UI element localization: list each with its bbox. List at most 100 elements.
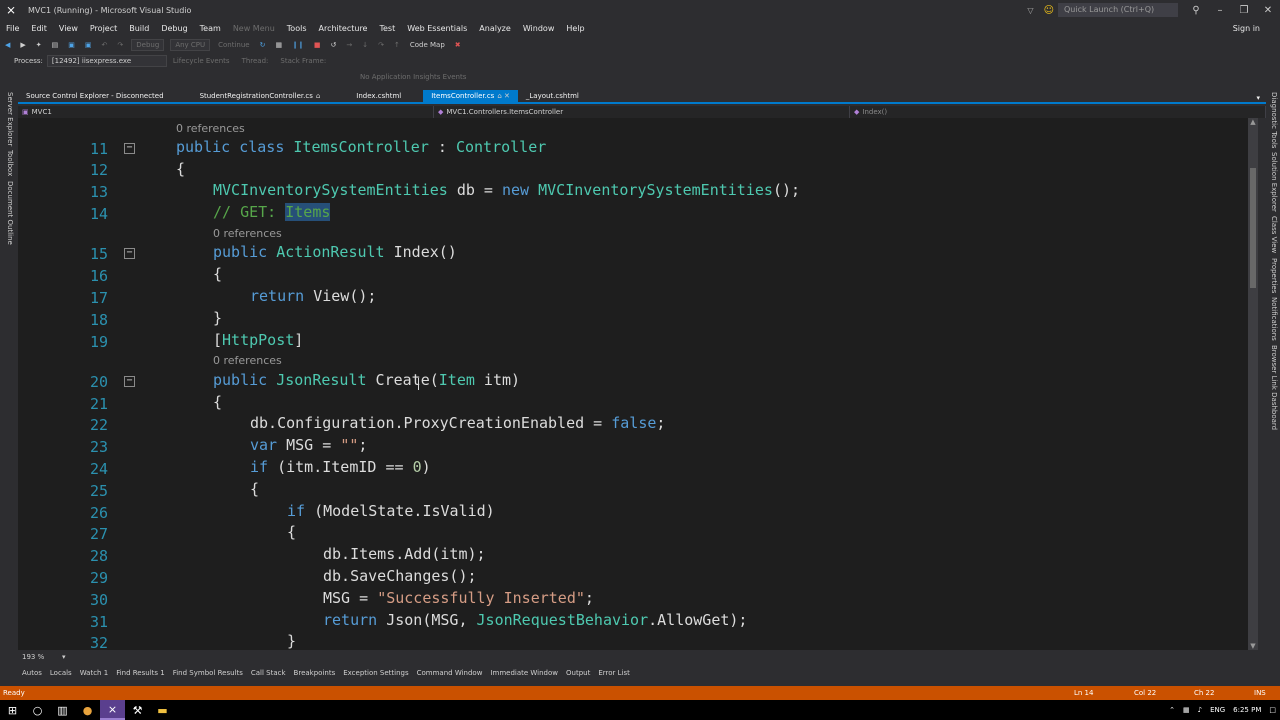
browser-link-dashboard-tab[interactable]: Browser Link Dashboard <box>1268 345 1278 430</box>
collapse-icon[interactable]: − <box>124 248 135 259</box>
menu-view[interactable]: View <box>53 24 84 33</box>
menu-architecture[interactable]: Architecture <box>313 24 374 33</box>
tab-call-stack[interactable]: Call Stack <box>247 669 290 677</box>
document-outline-tab[interactable]: Document Outline <box>4 181 14 245</box>
collapse-icon[interactable]: − <box>124 143 135 154</box>
code-map-button[interactable]: Code Map <box>405 41 450 49</box>
menu-build[interactable]: Build <box>123 24 155 33</box>
stop-icon[interactable]: ■ <box>309 41 326 49</box>
save-icon[interactable]: ▣ <box>63 41 80 49</box>
codelens-references[interactable]: 0 references <box>213 354 282 367</box>
forward-icon[interactable]: ▶ <box>15 41 30 49</box>
menu-project[interactable]: Project <box>84 24 123 33</box>
pin-icon[interactable]: ⌂ <box>316 92 320 100</box>
search-circle-icon[interactable]: ○ <box>25 704 50 717</box>
task-view-icon[interactable]: ▥ <box>50 704 75 717</box>
tab-student-registration-controller[interactable]: StudentRegistrationController.cs ⌂ <box>192 90 329 102</box>
continue-button[interactable]: Continue <box>213 41 254 49</box>
back-icon[interactable]: ◀ <box>0 41 15 49</box>
collapse-icon[interactable]: − <box>124 376 135 387</box>
scroll-up-icon[interactable]: ▲ <box>1248 118 1258 126</box>
codelens-references[interactable]: 0 references <box>213 227 282 240</box>
pause-icon[interactable]: ❙❙ <box>287 41 309 49</box>
tab-layout-cshtml[interactable]: _Layout.cshtml <box>518 90 587 102</box>
menu-window[interactable]: Window <box>517 24 561 33</box>
platform-combo[interactable]: Any CPU <box>170 38 211 51</box>
code-map-remove-icon[interactable]: ✖ <box>450 41 466 49</box>
quick-launch-input[interactable]: Quick Launch (Ctrl+Q) <box>1058 3 1178 17</box>
redo-icon[interactable]: ↷ <box>112 41 128 49</box>
visual-studio-taskbar-icon[interactable]: ⨯ <box>100 700 125 720</box>
tab-source-control-explorer[interactable]: Source Control Explorer - Disconnected <box>18 90 172 102</box>
restore-button[interactable]: ❐ <box>1232 5 1256 16</box>
tab-find-symbol-results[interactable]: Find Symbol Results <box>169 669 247 677</box>
refresh-icon[interactable]: ↻ <box>255 41 271 49</box>
tab-breakpoints[interactable]: Breakpoints <box>290 669 340 677</box>
menu-team[interactable]: Team <box>194 24 227 33</box>
menu-help[interactable]: Help <box>560 24 590 33</box>
volume-icon[interactable]: ♪ <box>1194 706 1206 714</box>
feedback-filter-icon[interactable]: ▽ <box>1027 6 1033 15</box>
network-icon[interactable]: ▦ <box>1179 706 1194 714</box>
restart-icon[interactable]: ↺ <box>325 41 341 49</box>
tab-index-cshtml[interactable]: Index.cshtml <box>348 90 409 102</box>
clock[interactable]: 6:25 PM <box>1229 706 1265 714</box>
tab-immediate-window[interactable]: Immediate Window <box>486 669 562 677</box>
language-indicator[interactable]: ENG <box>1206 706 1229 714</box>
toolbox-tab[interactable]: Toolbox <box>4 150 14 176</box>
tab-overflow-icon[interactable]: ▾ <box>1256 94 1266 102</box>
server-explorer-tab[interactable]: Server Explorer <box>4 92 14 146</box>
menu-tools[interactable]: Tools <box>281 24 313 33</box>
tab-find-results-1[interactable]: Find Results 1 <box>112 669 169 677</box>
tab-output[interactable]: Output <box>562 669 594 677</box>
lifecycle-events-button[interactable]: Lifecycle Events <box>167 57 236 65</box>
browser-link-icon[interactable]: ▦ <box>271 41 288 49</box>
search-icon[interactable]: ⚲ <box>1184 5 1208 16</box>
code-area[interactable]: 0 references public class ItemsControlle… <box>136 118 1248 650</box>
open-file-icon[interactable]: ▤ <box>47 41 64 49</box>
menu-web-essentials[interactable]: Web Essentials <box>401 24 473 33</box>
minimize-button[interactable]: – <box>1208 5 1232 16</box>
class-dropdown[interactable]: ◆ MVC1.Controllers.ItemsController <box>434 106 850 118</box>
step-out-icon[interactable]: ↑ <box>389 41 405 49</box>
configuration-combo[interactable]: Debug <box>131 38 165 51</box>
properties-tab[interactable]: Properties <box>1268 258 1278 293</box>
menu-file[interactable]: File <box>0 24 25 33</box>
menu-test[interactable]: Test <box>373 24 401 33</box>
pin-close-icon[interactable]: ⌂ ✕ <box>497 92 510 100</box>
show-next-statement-icon[interactable]: → <box>341 41 357 49</box>
tab-locals[interactable]: Locals <box>46 669 76 677</box>
windows-start-icon[interactable]: ⊞ <box>0 704 25 717</box>
new-project-icon[interactable]: ✦ <box>31 41 47 49</box>
menu-edit[interactable]: Edit <box>25 24 53 33</box>
scroll-down-icon[interactable]: ▼ <box>1248 642 1258 650</box>
notifications-icon[interactable]: □ <box>1265 706 1280 714</box>
diagnostic-tools-tab[interactable]: Diagnostic Tools <box>1268 92 1278 148</box>
tool-taskbar-icon[interactable]: ⚒ <box>125 704 150 717</box>
scrollbar-thumb[interactable] <box>1250 168 1256 288</box>
tab-autos[interactable]: Autos <box>18 669 46 677</box>
process-combo[interactable]: [12492] iisexpress.exe <box>46 55 167 67</box>
close-button[interactable]: ✕ <box>1256 5 1280 16</box>
step-into-icon[interactable]: ↓ <box>357 41 373 49</box>
tab-exception-settings[interactable]: Exception Settings <box>339 669 412 677</box>
step-over-icon[interactable]: ↷ <box>373 41 389 49</box>
project-dropdown[interactable]: ▣ MVC1 <box>18 106 434 118</box>
tab-error-list[interactable]: Error List <box>594 669 634 677</box>
sign-in-link[interactable]: Sign in <box>1233 24 1260 33</box>
tab-command-window[interactable]: Command Window <box>413 669 487 677</box>
chrome-icon[interactable]: ● <box>75 704 100 717</box>
zoom-level[interactable]: 193 % <box>22 653 62 661</box>
menu-analyze[interactable]: Analyze <box>473 24 517 33</box>
vertical-scrollbar[interactable]: ▲ ▼ <box>1248 118 1258 650</box>
zoom-dropdown-icon[interactable]: ▾ <box>62 653 66 661</box>
class-view-tab[interactable]: Class View <box>1268 216 1278 253</box>
solution-explorer-tab[interactable]: Solution Explorer <box>1268 152 1278 212</box>
undo-icon[interactable]: ↶ <box>97 41 113 49</box>
tab-watch-1[interactable]: Watch 1 <box>76 669 112 677</box>
menu-new-menu[interactable]: New Menu <box>227 24 281 33</box>
menu-debug[interactable]: Debug <box>155 24 193 33</box>
tab-items-controller[interactable]: ItemsController.cs ⌂ ✕ <box>423 90 518 102</box>
file-explorer-icon[interactable]: ▬ <box>150 704 175 717</box>
notifications-tab[interactable]: Notifications <box>1268 297 1278 341</box>
